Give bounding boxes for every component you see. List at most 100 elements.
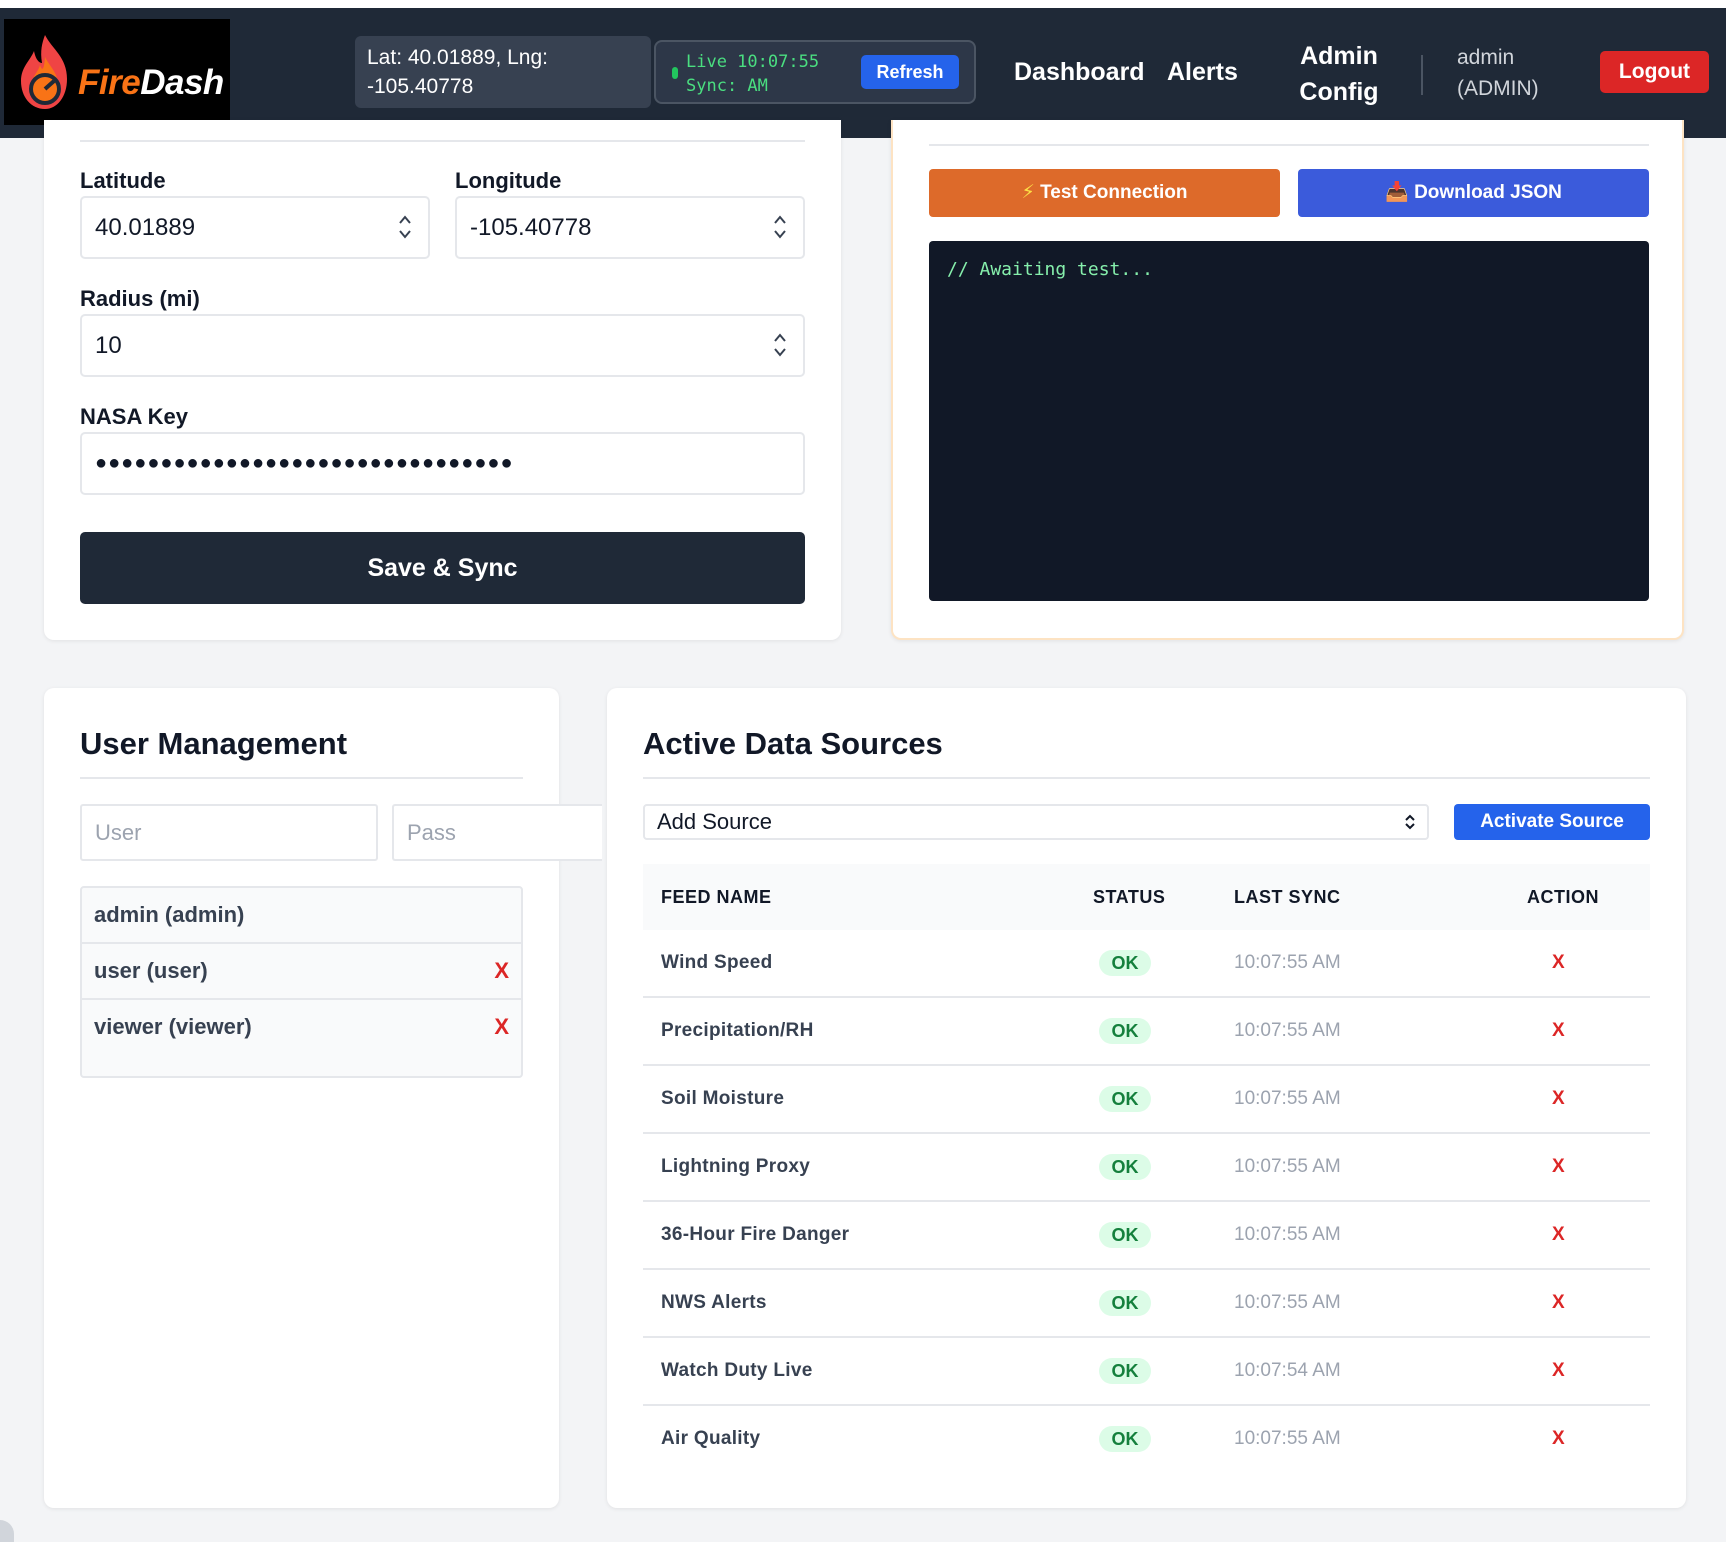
section-divider xyxy=(80,140,805,142)
number-spinner-icon[interactable] xyxy=(771,212,789,242)
user-list-item-label: user (user) xyxy=(94,958,208,983)
latitude-value: 40.01889 xyxy=(95,214,196,241)
live-indicator-dot xyxy=(672,67,678,79)
user-list-item: viewer (viewer) X xyxy=(82,1000,521,1056)
number-spinner-icon[interactable] xyxy=(771,330,789,360)
save-sync-button[interactable]: Save & Sync xyxy=(80,532,805,604)
new-username-input[interactable]: User xyxy=(80,804,378,861)
active-data-sources-card: Active Data Sources Add Source Activate … xyxy=(607,688,1686,1508)
lightning-icon: ⚡ xyxy=(1021,182,1035,203)
table-row: 36-Hour Fire Danger OK 10:07:55 AM X xyxy=(643,1202,1650,1270)
user-list-item: user (user) X xyxy=(82,944,521,1000)
location-readout-line1: Lat: 40.01889, Lng: xyxy=(367,46,548,69)
flame-gauge-icon xyxy=(21,35,67,109)
feed-name: Lightning Proxy xyxy=(661,1156,811,1177)
brand-name: FireDash xyxy=(78,63,224,102)
table-row: Precipitation/RH OK 10:07:55 AM X xyxy=(643,998,1650,1066)
add-source-select[interactable]: Add Source xyxy=(643,804,1429,840)
feed-name: Wind Speed xyxy=(661,952,773,973)
user-management-card: User Management User Pass admin (admin) … xyxy=(44,688,602,1508)
nasa-key-masked-value: ●●●●●●●●●●●●●●●●●●●●●●●●●●●●●●●● xyxy=(95,452,514,474)
status-badge: OK xyxy=(1099,1086,1151,1112)
status-badge: OK xyxy=(1099,1358,1151,1384)
remove-source-button[interactable]: X xyxy=(1552,930,1565,996)
longitude-value: -105.40778 xyxy=(470,214,592,241)
column-header-feed-name[interactable]: FEED NAME xyxy=(661,864,772,930)
current-user-role: (ADMIN) xyxy=(1457,77,1539,100)
location-readout: Lat: 40.01889, Lng: -105.40778 xyxy=(355,36,651,108)
radius-value: 10 xyxy=(95,332,122,359)
console-text: // Awaiting test... xyxy=(947,259,1153,280)
location-config-card: Latitude 40.01889 Longitude -105.40778 R… xyxy=(44,120,841,640)
firedash-logo[interactable]: FireDash xyxy=(4,19,230,125)
latitude-label: Latitude xyxy=(80,168,166,193)
download-json-label: Download JSON xyxy=(1414,182,1562,203)
radius-input[interactable]: 10 xyxy=(80,314,805,377)
column-header-last-sync[interactable]: LAST SYNC xyxy=(1234,864,1341,930)
remove-source-button[interactable]: X xyxy=(1552,1202,1565,1268)
top-nav-bar: FireDash Lat: 40.01889, Lng: -105.40778 … xyxy=(0,8,1726,138)
last-sync-time: 10:07:55 AM xyxy=(1234,1156,1341,1177)
remove-source-button[interactable]: X xyxy=(1552,1134,1565,1200)
nasa-key-label: NASA Key xyxy=(80,404,188,429)
column-header-status[interactable]: STATUS xyxy=(1093,864,1165,930)
table-row: Watch Duty Live OK 10:07:54 AM X xyxy=(643,1338,1650,1406)
feed-name: 36-Hour Fire Danger xyxy=(661,1224,850,1245)
table-row: Soil Moisture OK 10:07:55 AM X xyxy=(643,1066,1650,1134)
longitude-input[interactable]: -105.40778 xyxy=(455,196,805,259)
last-sync-time: 10:07:55 AM xyxy=(1234,1224,1341,1245)
number-spinner-icon[interactable] xyxy=(396,212,414,242)
add-source-selected-value: Add Source xyxy=(657,809,772,834)
latitude-input[interactable]: 40.01889 xyxy=(80,196,430,259)
radius-label: Radius (mi) xyxy=(80,286,200,311)
current-user-info: admin (ADMIN) xyxy=(1457,42,1597,104)
section-divider xyxy=(80,777,523,779)
user-list: admin (admin) user (user) X viewer (view… xyxy=(80,886,523,1078)
nav-divider xyxy=(1421,55,1423,95)
table-row: Air Quality OK 10:07:55 AM X xyxy=(643,1406,1650,1474)
new-password-input[interactable]: Pass xyxy=(392,804,602,861)
nasa-key-input[interactable]: ●●●●●●●●●●●●●●●●●●●●●●●●●●●●●●●● xyxy=(80,432,805,495)
logout-button[interactable]: Logout xyxy=(1600,51,1709,93)
window-top-strip xyxy=(0,0,1726,8)
remove-source-button[interactable]: X xyxy=(1552,998,1565,1064)
last-sync-time: 10:07:55 AM xyxy=(1234,1088,1341,1109)
feed-name: Watch Duty Live xyxy=(661,1360,813,1381)
feed-name: Precipitation/RH xyxy=(661,1020,814,1041)
download-json-button[interactable]: 📥 Download JSON xyxy=(1298,169,1649,217)
column-header-action[interactable]: ACTION xyxy=(1527,864,1599,930)
nav-link-alerts[interactable]: Alerts xyxy=(1167,58,1238,87)
status-badge: OK xyxy=(1099,1290,1151,1316)
sources-table-header: FEED NAME STATUS LAST SYNC ACTION xyxy=(643,864,1650,930)
current-user-name: admin xyxy=(1457,46,1515,69)
nav-link-admin-config[interactable]: Admin Config xyxy=(1284,38,1394,110)
user-management-title: User Management xyxy=(80,726,348,761)
table-row: Lightning Proxy OK 10:07:55 AM X xyxy=(643,1134,1650,1202)
activate-source-button[interactable]: Activate Source xyxy=(1454,804,1650,840)
remove-source-button[interactable]: X xyxy=(1552,1270,1565,1336)
nav-link-dashboard[interactable]: Dashboard xyxy=(1014,58,1145,87)
delete-user-button[interactable]: X xyxy=(494,944,509,998)
section-divider xyxy=(643,777,1650,779)
delete-user-button[interactable]: X xyxy=(494,1000,509,1054)
live-sync-text: Live 10:07:55 Sync: AM xyxy=(686,52,820,96)
last-sync-time: 10:07:55 AM xyxy=(1234,1428,1341,1449)
status-badge: OK xyxy=(1099,1154,1151,1180)
last-sync-time: 10:07:55 AM xyxy=(1234,1292,1341,1313)
last-sync-time: 10:07:54 AM xyxy=(1234,1360,1341,1381)
status-badge: OK xyxy=(1099,1018,1151,1044)
feed-name: Air Quality xyxy=(661,1428,761,1449)
test-connection-label: Test Connection xyxy=(1040,182,1188,203)
longitude-label: Longitude xyxy=(455,168,562,193)
table-row: NWS Alerts OK 10:07:55 AM X xyxy=(643,1270,1650,1338)
refresh-button[interactable]: Refresh xyxy=(861,55,959,89)
remove-source-button[interactable]: X xyxy=(1552,1338,1565,1404)
feed-name: NWS Alerts xyxy=(661,1292,767,1313)
remove-source-button[interactable]: X xyxy=(1552,1406,1565,1472)
last-sync-time: 10:07:55 AM xyxy=(1234,1020,1341,1041)
api-test-card: ⚡ Test Connection 📥 Download JSON // Awa… xyxy=(891,120,1684,640)
status-badge: OK xyxy=(1099,950,1151,976)
section-divider xyxy=(929,144,1649,146)
remove-source-button[interactable]: X xyxy=(1552,1066,1565,1132)
test-connection-button[interactable]: ⚡ Test Connection xyxy=(929,169,1280,217)
